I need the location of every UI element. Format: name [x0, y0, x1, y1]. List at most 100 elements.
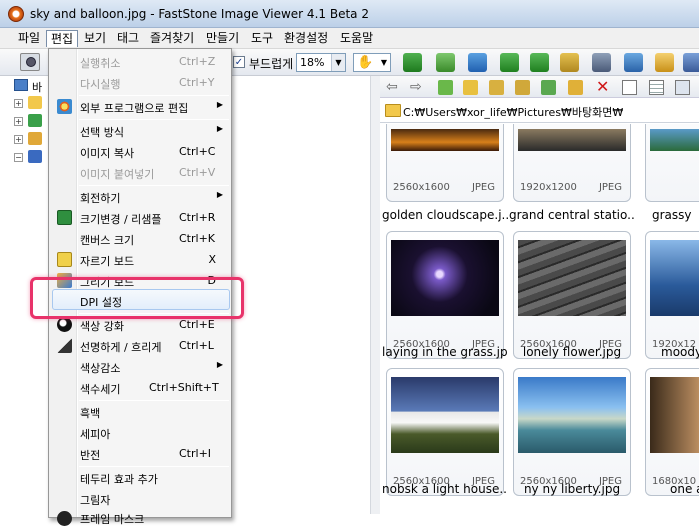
delete-icon[interactable]: ✕	[596, 79, 611, 95]
back-icon[interactable]: ⇦	[386, 80, 401, 95]
menu-item-invert[interactable]: 반전 Ctrl+I	[51, 443, 229, 464]
menu-item-select-mode[interactable]: 선택 방식 ▶	[51, 120, 229, 141]
thumbnail-card[interactable]: 2560x1600 JPEG	[386, 124, 504, 202]
menu-create[interactable]: 만들기	[202, 30, 243, 47]
email-icon[interactable]	[655, 53, 674, 72]
path-text[interactable]: C:₩Users₩xor_life₩Pictures₩바탕화면₩	[403, 104, 623, 120]
frame-mask-icon	[57, 511, 72, 526]
menu-item-rotate[interactable]: 회전하기 ▶	[51, 186, 229, 207]
smooth-label: 부드럽게	[249, 57, 294, 71]
thumbnail-name[interactable]: laying in the grass.jpg	[382, 345, 508, 359]
menu-item-count-colors[interactable]: 색수세기 Ctrl+Shift+T	[51, 377, 229, 398]
thumbnail-card[interactable]: 1920x12	[645, 231, 699, 359]
thumbnail-card[interactable]	[645, 124, 699, 202]
menu-item-shortcut: Ctrl+Shift+T	[149, 381, 219, 394]
tree-node[interactable]: +	[14, 132, 42, 146]
thumbnail-image	[518, 377, 626, 453]
details-view-icon[interactable]	[675, 80, 690, 95]
folder-up-icon[interactable]	[438, 80, 453, 95]
menu-item-grayscale[interactable]: 흑백	[51, 401, 229, 422]
menu-item-color-reduce[interactable]: 색상감소 ▶	[51, 356, 229, 377]
sharpen-icon	[57, 338, 72, 353]
forward-icon[interactable]: ⇨	[410, 80, 425, 95]
menu-item-label: 세피아	[80, 428, 111, 441]
menu-item-copy-image[interactable]: 이미지 복사 Ctrl+C	[51, 141, 229, 162]
menu-help[interactable]: 도움말	[336, 30, 377, 47]
submenu-arrow-icon: ▶	[216, 190, 223, 199]
menu-item-canvas-size[interactable]: 캔버스 크기 Ctrl+K	[51, 228, 229, 249]
menu-favorites[interactable]: 즐겨찾기	[146, 30, 198, 47]
thumbnail-card[interactable]: 2560x1600 JPEG	[513, 231, 631, 359]
menu-edit[interactable]: 편집	[46, 30, 79, 47]
thumbnail-name[interactable]: grand central statio...	[509, 208, 635, 222]
expand-icon[interactable]: +	[14, 135, 23, 144]
filmstrip-icon[interactable]	[592, 53, 611, 72]
menu-item-redo[interactable]: 다시실행 Ctrl+Y	[51, 72, 229, 93]
thumbnail-card[interactable]: 1680x10	[645, 368, 699, 496]
menu-item-undo[interactable]: 실행취소 Ctrl+Z	[51, 51, 229, 72]
camera-icon[interactable]	[20, 53, 40, 71]
menu-item-sharpen-blur[interactable]: 선명하게 / 흐리게 Ctrl+L	[51, 335, 229, 356]
move-to-icon[interactable]	[541, 80, 556, 95]
list-view-icon[interactable]	[649, 80, 664, 95]
zoom-select[interactable]: 18% ▼	[296, 53, 346, 72]
menu-item-paste-image[interactable]: 이미지 붙여넣기 Ctrl+V	[51, 162, 229, 183]
color-icon[interactable]	[468, 53, 487, 72]
rotate-right-icon[interactable]	[530, 53, 549, 72]
rotate-left-icon[interactable]	[500, 53, 519, 72]
menu-tools[interactable]: 도구	[247, 30, 277, 47]
thumbnail-name[interactable]: ny ny liberty.jpg	[509, 482, 635, 496]
menu-item-shortcut: Ctrl+Z	[179, 55, 216, 68]
tree-node[interactable]: +	[14, 114, 42, 128]
expand-icon[interactable]: +	[14, 117, 23, 126]
menu-view[interactable]: 보기	[80, 30, 110, 47]
thumbnail-name[interactable]: moody	[661, 345, 699, 359]
menu-item-add-border[interactable]: 테두리 효과 추가	[51, 467, 229, 488]
folder-icon	[28, 96, 42, 109]
expand-icon[interactable]: +	[14, 99, 23, 108]
thumbnail-card[interactable]: 1920x1200 JPEG	[513, 124, 631, 202]
path-bar[interactable]: C:₩Users₩xor_life₩Pictures₩바탕화면₩	[380, 99, 699, 123]
pane-splitter[interactable]	[370, 76, 380, 514]
menu-item-frame-mask[interactable]: 프레임 마스크	[51, 507, 229, 528]
crop-icon[interactable]	[436, 53, 455, 72]
menu-item-shadow[interactable]: 그림자	[51, 488, 229, 509]
favorite-folder-icon[interactable]	[489, 80, 504, 95]
thumbnail-card[interactable]: 2560x1600 JPEG	[386, 368, 504, 496]
monitor-icon[interactable]	[624, 53, 643, 72]
tree-root-label[interactable]: 바	[32, 79, 42, 95]
app-icon[interactable]	[8, 6, 24, 22]
thumbnail-image	[391, 129, 499, 151]
thumbnail-name[interactable]: golden cloudscape.j...	[382, 208, 508, 222]
thumbnail-name[interactable]: one a	[670, 482, 699, 496]
hand-tool-select[interactable]: ✋ ▼	[353, 53, 391, 72]
thumbnail-card[interactable]: 2560x1600 JPEG	[513, 368, 631, 496]
crop-icon	[57, 252, 72, 267]
tree-node[interactable]: +	[14, 96, 42, 110]
thumbnail-grid: 2560x1600 JPEG 1920x1200 JPEG golden clo…	[380, 124, 699, 514]
print-icon[interactable]	[683, 53, 699, 72]
menu-item-external-edit[interactable]: 외부 프로그램으로 편집 ▶	[51, 96, 229, 117]
thumbnail-name[interactable]: nobsk a light house....	[382, 482, 508, 496]
thumbnail-view-icon[interactable]	[622, 80, 637, 95]
desktop-icon	[14, 79, 28, 91]
thumbnail-card[interactable]: 2560x1600 JPEG	[386, 231, 504, 359]
tree-node[interactable]: −	[14, 150, 42, 164]
thumbnail-name[interactable]: grassy	[652, 208, 699, 222]
menu-settings[interactable]: 환경설정	[280, 30, 332, 47]
thumbnail-name[interactable]: lonely flower.jpg	[509, 345, 635, 359]
thumbnail-image	[391, 377, 499, 453]
menu-item-sepia[interactable]: 세피아	[51, 422, 229, 443]
flip-icon[interactable]	[560, 53, 579, 72]
resize-icon[interactable]	[403, 53, 422, 72]
rename-icon[interactable]	[568, 80, 583, 95]
palette-icon	[57, 99, 72, 114]
menu-item-resize[interactable]: 크기변경 / 리샘플 Ctrl+R	[51, 207, 229, 228]
menu-file[interactable]: 파일	[14, 30, 44, 47]
copy-to-icon[interactable]	[515, 80, 530, 95]
folder-icon[interactable]	[463, 80, 478, 95]
collapse-icon[interactable]: −	[14, 153, 23, 162]
menu-tag[interactable]: 태그	[113, 30, 143, 47]
smooth-checkbox[interactable]: ✓	[233, 56, 245, 68]
menu-item-crop-board[interactable]: 자르기 보드 X	[51, 249, 229, 270]
